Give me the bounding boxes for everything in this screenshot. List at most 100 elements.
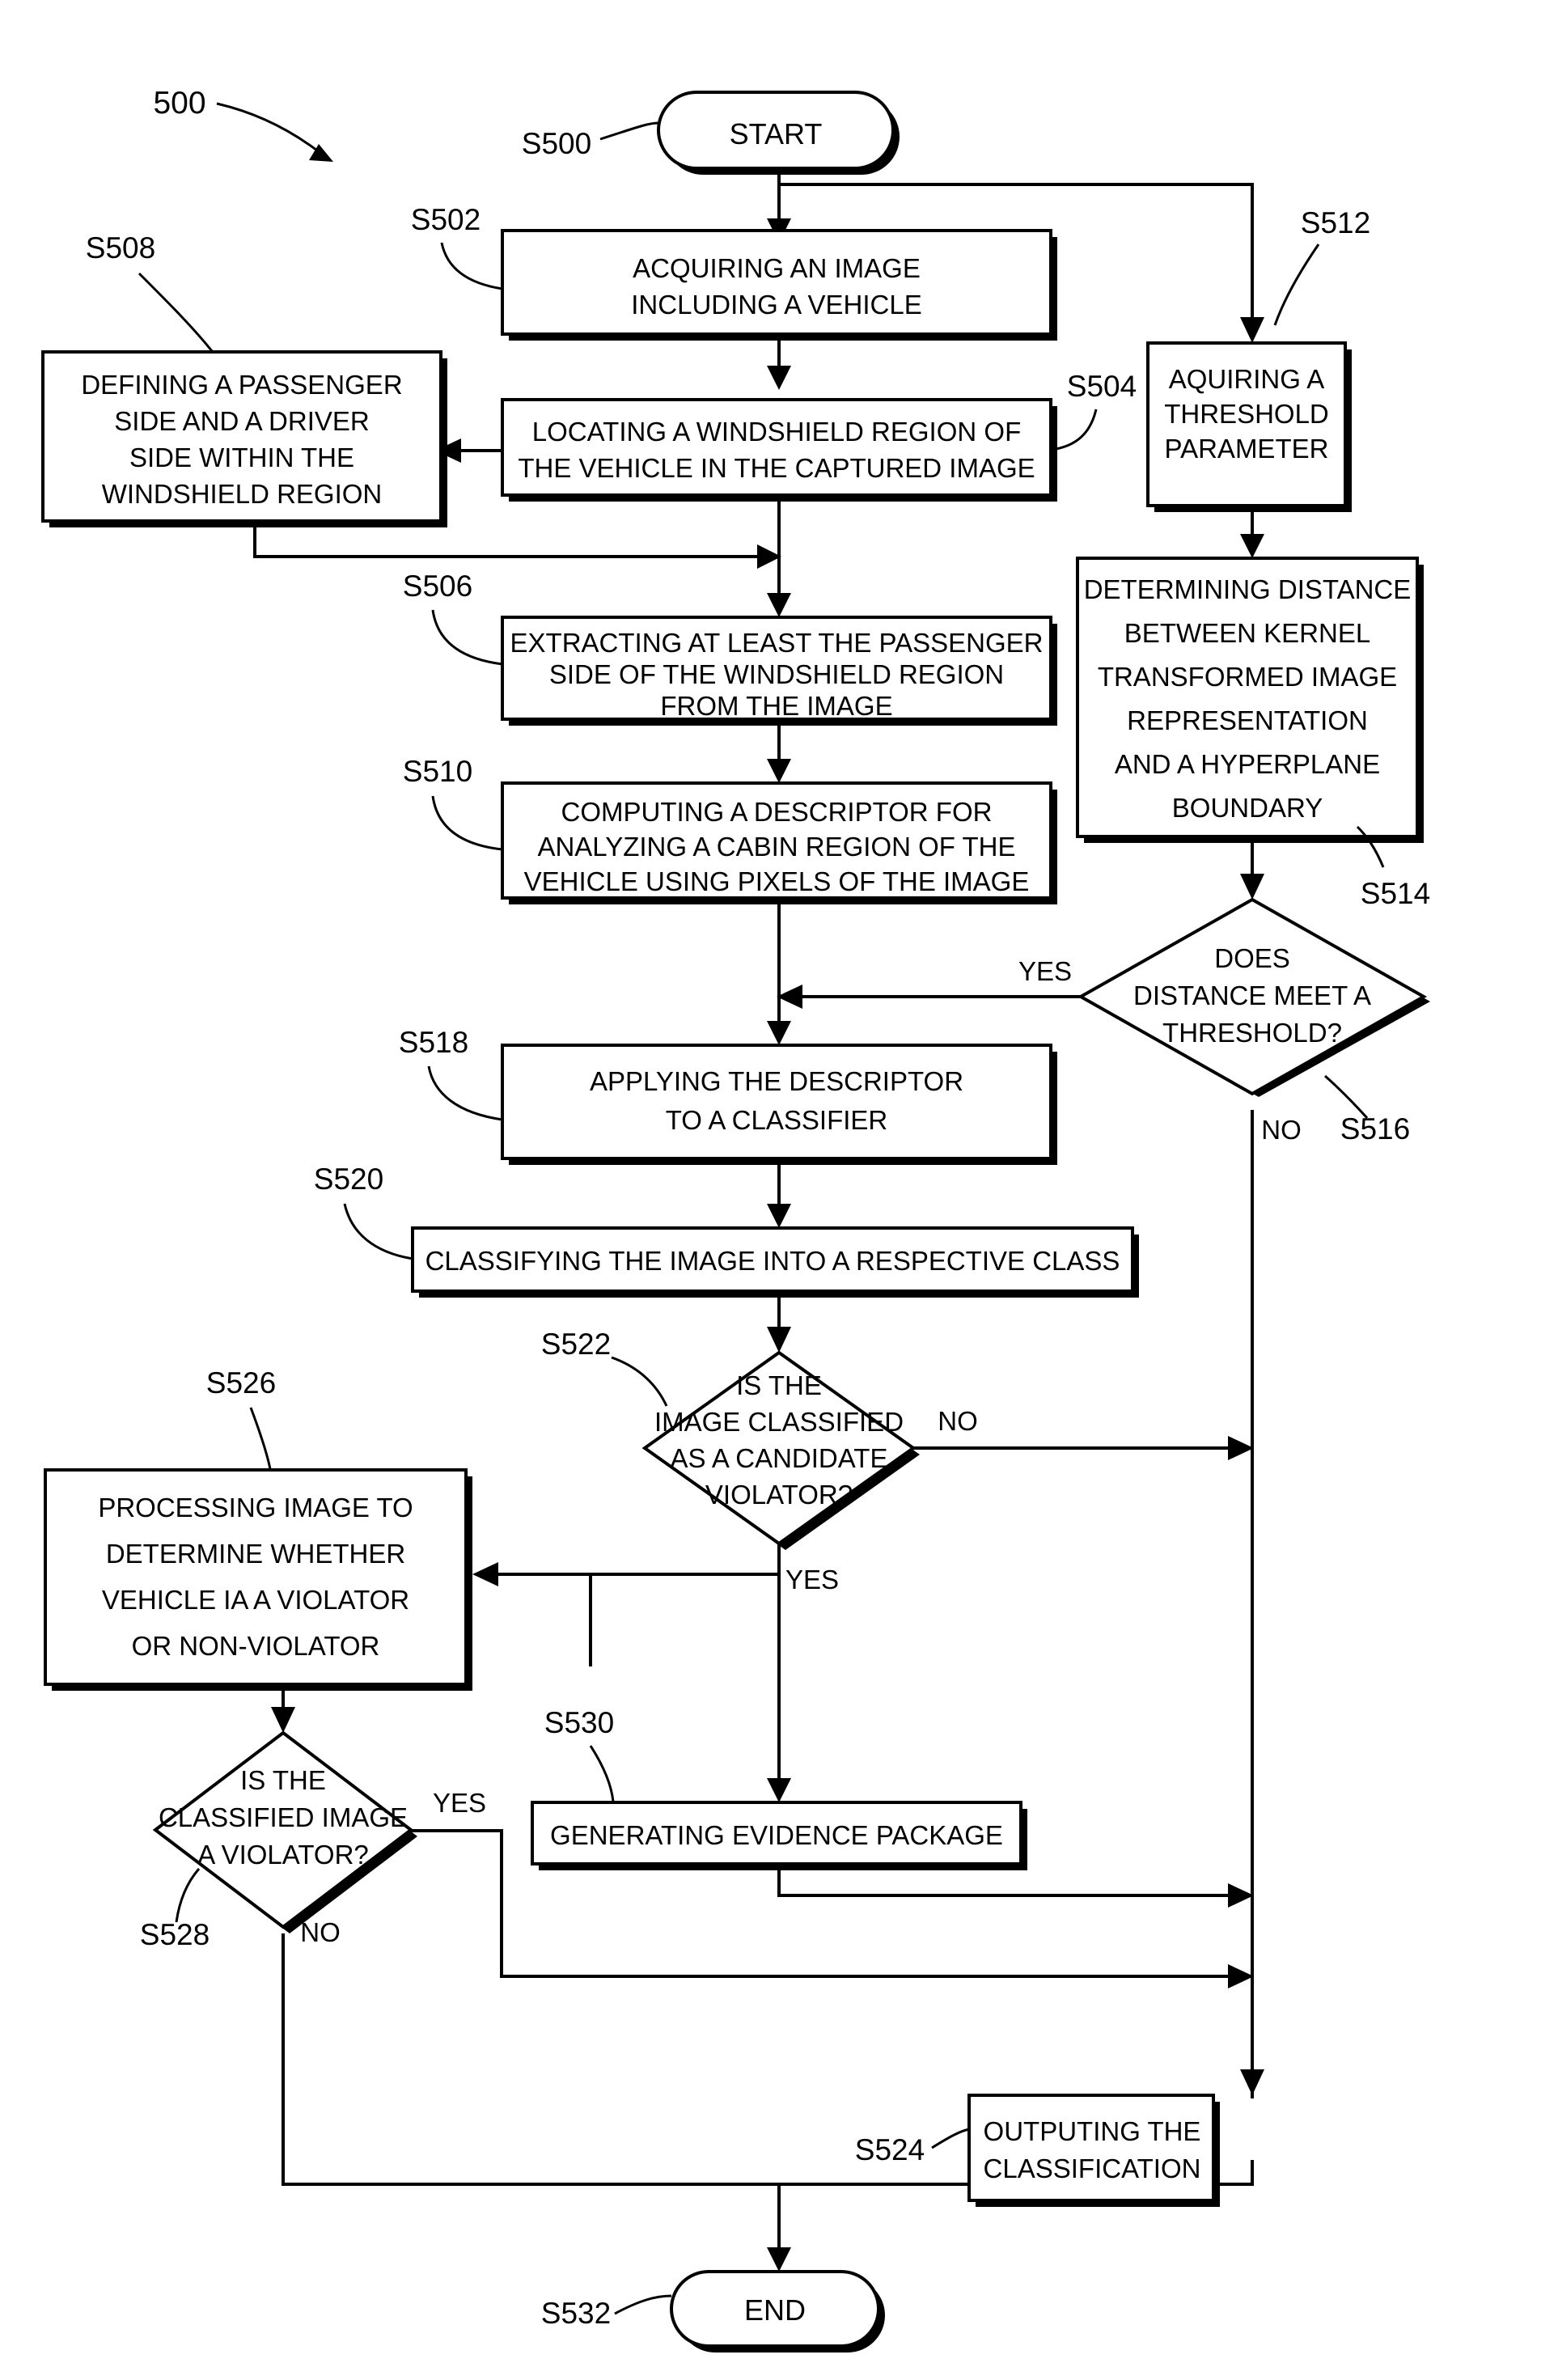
ref-s530-callout: S530: [544, 1706, 615, 1802]
s522-line-4: VIOLATOR?: [705, 1480, 853, 1510]
s506-line-2: SIDE OF THE WINDSHIELD REGION: [549, 659, 1004, 689]
s508-line-3: SIDE WITHIN THE: [129, 443, 354, 472]
s522-line-3: AS A CANDIDATE: [671, 1443, 888, 1473]
arrow-s504-to-s506: [767, 593, 791, 617]
ref-s502-callout: S502: [411, 203, 503, 290]
s514-line-2: DISTANCE MEET A: [1133, 980, 1371, 1010]
node-s508[interactable]: DEFINING A PASSENGER SIDE AND A DRIVER S…: [41, 350, 447, 527]
s510-line-3: VEHICLE USING PIXELS OF THE IMAGE: [524, 866, 1030, 896]
node-start[interactable]: START: [657, 91, 900, 175]
arrow-s528-yes: [1228, 1964, 1254, 1988]
s528-line-1: IS THE: [240, 1765, 326, 1795]
node-s530[interactable]: GENERATING EVIDENCE PACKAGE: [531, 1801, 1027, 1870]
s524-line-1: OUTPUTING THE: [984, 2116, 1201, 2146]
node-s510[interactable]: COMPUTING A DESCRIPTOR FOR ANALYZING A C…: [501, 781, 1057, 904]
ref-s524-callout: S524: [855, 2128, 970, 2166]
ref-s532-leader: [614, 2294, 672, 2315]
s526-line-1: PROCESSING IMAGE TO: [98, 1493, 413, 1522]
node-s522-decision[interactable]: IS THE IMAGE CLASSIFIED AS A CANDIDATE V…: [641, 1350, 920, 1550]
s514-yes-label: YES: [1018, 956, 1072, 986]
figure-callout: 500: [153, 86, 333, 162]
ref-s500-callout: S500: [522, 121, 659, 160]
ref-s508-callout: S508: [86, 231, 214, 352]
ref-s518-leader: [427, 1065, 503, 1121]
ref-s522-leader: [611, 1356, 668, 1407]
ref-s532-callout: S532: [541, 2294, 672, 2330]
ref-s516-callout: S516: [1324, 1074, 1410, 1146]
ref-s528: S528: [140, 1918, 210, 1951]
node-determining-distance[interactable]: DETERMINING DISTANCE BETWEEN KERNEL TRAN…: [1076, 557, 1424, 843]
s504-line-2: THE VEHICLE IN THE CAPTURED IMAGE: [518, 453, 1035, 483]
s520-line-1: CLASSIFYING THE IMAGE INTO A RESPECTIVE …: [425, 1246, 1120, 1276]
s502-line-2: INCLUDING A VEHICLE: [631, 290, 921, 320]
s528-yes-label: YES: [433, 1788, 486, 1818]
ref-s524: S524: [855, 2133, 925, 2166]
start-label: START: [730, 117, 823, 150]
arrow-s522-no: [1228, 1436, 1254, 1460]
node-s506[interactable]: EXTRACTING AT LEAST THE PASSENGER SIDE O…: [501, 616, 1057, 726]
node-s520[interactable]: CLASSIFYING THE IMAGE INTO A RESPECTIVE …: [411, 1226, 1139, 1298]
node-end[interactable]: END: [670, 2270, 885, 2352]
s506-line-3: FROM THE IMAGE: [660, 691, 892, 721]
ref-s518-callout: S518: [399, 1026, 503, 1121]
arrow-s522-yes-to-s530: [767, 1778, 791, 1802]
node-s512[interactable]: AQUIRING A THRESHOLD PARAMETER: [1146, 341, 1352, 512]
node-s502[interactable]: ACQUIRING AN IMAGE INCLUDING A VEHICLE: [501, 229, 1057, 341]
s528-no-label: NO: [300, 1917, 341, 1947]
arrow-s513-to-s514: [1240, 874, 1264, 900]
node-s504[interactable]: LOCATING A WINDSHIELD REGION OF THE VEHI…: [501, 398, 1057, 502]
s518-shape: [501, 1044, 1052, 1160]
s522-no-label: NO: [938, 1406, 978, 1436]
s510-line-1: COMPUTING A DESCRIPTOR FOR: [561, 797, 993, 827]
ref-s510: S510: [403, 755, 472, 788]
ref-s520-callout: S520: [314, 1162, 413, 1260]
ref-s506-leader: [431, 609, 503, 666]
s506-line-1: EXTRACTING AT LEAST THE PASSENGER: [510, 628, 1044, 658]
conn-s508-to-trunk: [253, 527, 767, 558]
ref-s532: S532: [541, 2297, 611, 2330]
s524-shape: [967, 2094, 1215, 2202]
s526-line-2: DETERMINE WHETHER: [106, 1539, 405, 1569]
s502-line-1: ACQUIRING AN IMAGE: [633, 253, 921, 283]
arrow-bus-to-end: [767, 2247, 791, 2272]
s522-line-1: IS THE: [736, 1370, 822, 1400]
ref-s514: S514: [1361, 877, 1430, 910]
ref-s506: S506: [403, 570, 472, 603]
ref-s502-leader: [440, 242, 503, 290]
ref-s508-leader: [138, 272, 214, 352]
s514-no-label: NO: [1261, 1115, 1302, 1145]
arrow-s530-to-trunk: [1228, 1883, 1254, 1908]
arrow-s520-to-s522: [767, 1327, 791, 1353]
s508-line-4: WINDSHIELD REGION: [102, 479, 383, 509]
ref-s510-leader: [431, 795, 503, 851]
s512-line-2: THRESHOLD: [1164, 399, 1329, 429]
ref-s530: S530: [544, 1706, 614, 1739]
arrow-trunk-to-s524: [1240, 2069, 1264, 2095]
s514-line-1: DOES: [1214, 943, 1290, 973]
s513-line-3: TRANSFORMED IMAGE: [1098, 662, 1397, 692]
arrow-s510-to-s518: [767, 1021, 791, 1045]
conn-s522-yes-to-s526: [589, 1573, 779, 1666]
node-s528-decision[interactable]: IS THE CLASSIFIED IMAGE A VIOLATOR?: [152, 1730, 417, 1933]
s513-line-6: BOUNDARY: [1172, 793, 1323, 823]
s513-line-2: BETWEEN KERNEL: [1124, 618, 1370, 648]
s508-line-2: SIDE AND A DRIVER: [114, 406, 369, 436]
ref-s504: S504: [1067, 370, 1137, 403]
ref-s500: S500: [522, 127, 591, 160]
node-s526[interactable]: PROCESSING IMAGE TO DETERMINE WHETHER VE…: [44, 1468, 472, 1691]
arrow-s522-yes-to-s526: [472, 1562, 498, 1586]
arrow-start-to-s512: [1240, 317, 1264, 343]
arrow-s526-to-s528: [271, 1707, 295, 1733]
node-s514-decision[interactable]: DOES DISTANCE MEET A THRESHOLD?: [1077, 897, 1430, 1097]
ref-s502: S502: [411, 203, 481, 236]
ref-s500-leader: [599, 121, 659, 141]
node-s524[interactable]: OUTPUTING THE CLASSIFICATION: [967, 2094, 1220, 2207]
node-s518[interactable]: APPLYING THE DESCRIPTOR TO A CLASSIFIER: [501, 1044, 1057, 1165]
s518-line-2: TO A CLASSIFIER: [666, 1105, 888, 1135]
ref-s530-leader: [589, 1745, 615, 1802]
s512-line-3: PARAMETER: [1165, 434, 1329, 464]
arrow-s506-to-s510: [767, 759, 791, 783]
s510-line-2: ANALYZING A CABIN REGION OF THE: [537, 832, 1015, 862]
s530-line-1: GENERATING EVIDENCE PACKAGE: [550, 1820, 1003, 1850]
ref-s510-callout: S510: [403, 755, 503, 851]
